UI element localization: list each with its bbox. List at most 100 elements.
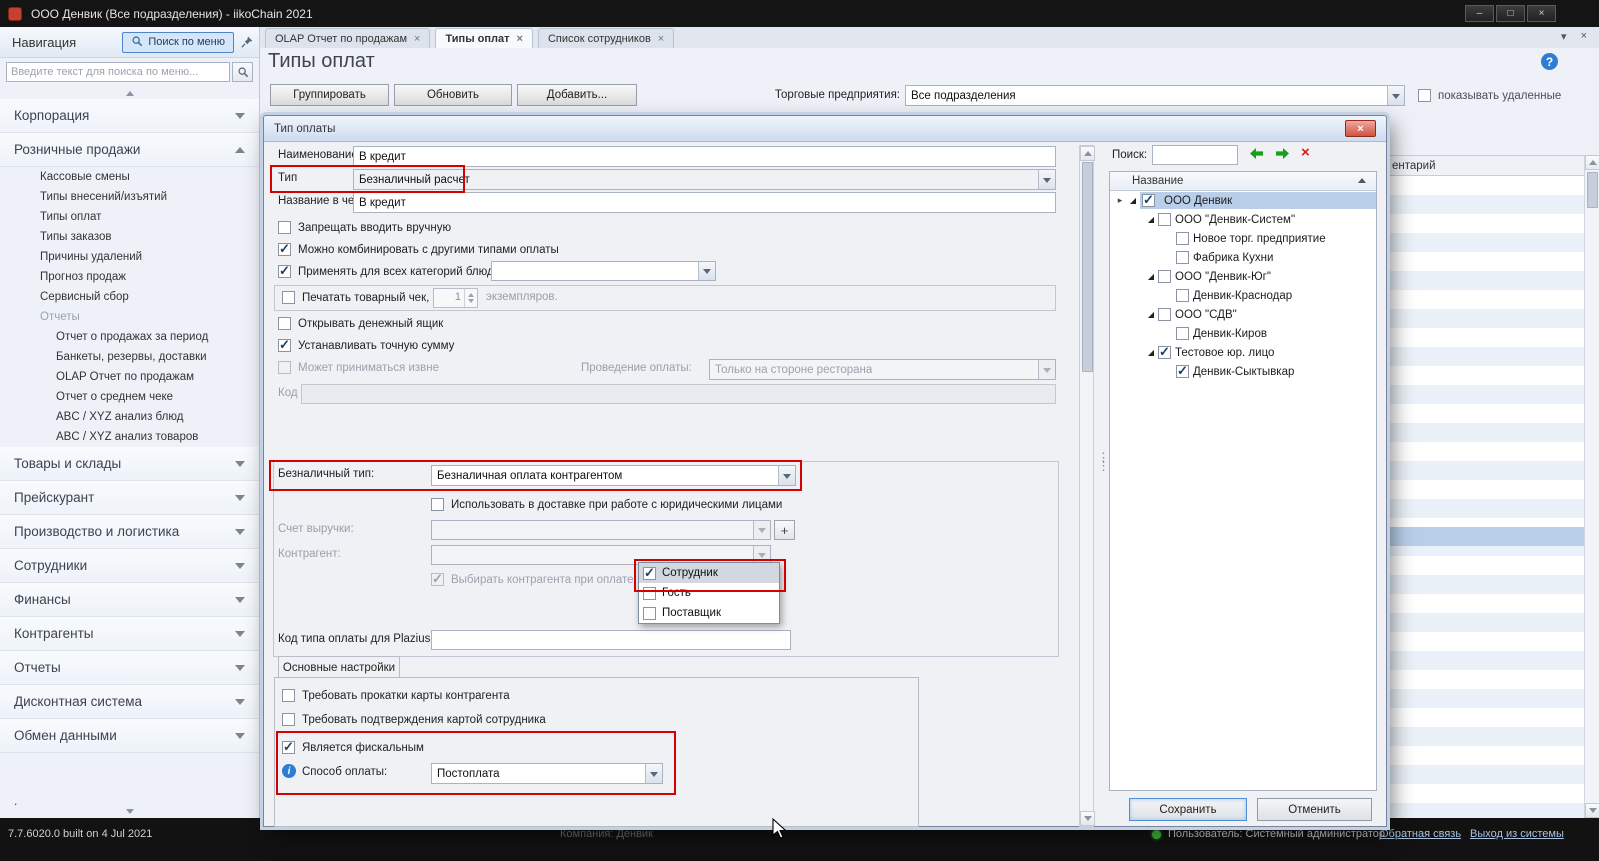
menu-search-button[interactable]: Поиск по меню	[122, 32, 234, 53]
logout-link[interactable]: Выход из системы	[1470, 828, 1564, 840]
pin-icon[interactable]	[241, 36, 253, 48]
categories-select[interactable]	[491, 261, 716, 281]
sotrudnik-checkbox[interactable]	[643, 567, 656, 580]
tree-row-denvik-sistem[interactable]: ◢ООО "Денвик-Систем"	[1110, 210, 1376, 229]
sidebar-section-sotrudniki[interactable]: Сотрудники	[0, 549, 259, 583]
tab-list-icon[interactable]: ▾	[1561, 30, 1567, 43]
tree-row-testovoe[interactable]: ◢Тестовое юр. лицо	[1110, 343, 1376, 362]
tree-row-denvik-krasnodar[interactable]: Денвик-Краснодар	[1110, 286, 1376, 305]
sidebar-section-tovary-sklady[interactable]: Товары и склады	[0, 447, 259, 481]
table-scrollbar[interactable]	[1584, 155, 1599, 818]
tree-checkbox[interactable]	[1176, 289, 1189, 302]
scroll-up-icon[interactable]	[1080, 146, 1095, 161]
sidebar-bottom-item[interactable]: .	[0, 794, 259, 818]
tree-checkbox[interactable]	[1142, 194, 1155, 207]
sidebar-item-abc-blyud[interactable]: ABC / XYZ анализ блюд	[0, 407, 259, 427]
tree-row-sdv[interactable]: ◢ООО "СДВ"	[1110, 305, 1376, 324]
sidebar-item-kassovye-smeny[interactable]: Кассовые смены	[0, 167, 259, 187]
close-button[interactable]: ×	[1527, 5, 1556, 22]
open-drawer-checkbox[interactable]	[278, 317, 291, 330]
scrollbar-thumb[interactable]	[1082, 162, 1093, 372]
fiscal-row[interactable]: Является фискальным	[282, 740, 424, 755]
scrollbar-thumb[interactable]	[1587, 172, 1598, 208]
postavschik-checkbox[interactable]	[643, 607, 656, 620]
scroll-down-icon[interactable]	[1080, 811, 1095, 826]
tree-checkbox[interactable]	[1176, 365, 1189, 378]
sidebar-item-otchet-prodazhi-period[interactable]: Отчет о продажах за период	[0, 327, 259, 347]
all-categories-row[interactable]: Применять для всех категорий блюд	[278, 264, 494, 279]
close-tab-icon[interactable]: ×	[1581, 30, 1587, 43]
help-icon[interactable]: ?	[1541, 53, 1558, 70]
tree-checkbox[interactable]	[1158, 346, 1171, 359]
sidebar-item-tipy-oplat[interactable]: Типы оплат	[0, 207, 259, 227]
type-select[interactable]: Безналичный расчет	[353, 169, 1056, 190]
tree-column-header[interactable]: Название	[1110, 172, 1376, 191]
sidebar-section-korporaciya[interactable]: Корпорация	[0, 99, 259, 133]
collapse-icon[interactable]: ◢	[1144, 348, 1158, 357]
expand-icon[interactable]: ▸	[1114, 195, 1126, 206]
close-icon[interactable]: ×	[517, 33, 523, 45]
tab-tipy-oplat[interactable]: Типы оплат×	[435, 28, 532, 48]
scroll-up-icon[interactable]	[0, 87, 259, 99]
tree-row-fabrika-kuhni[interactable]: Фабрика Кухни	[1110, 248, 1376, 267]
sidebar-item-servisnyy-sbor[interactable]: Сервисный сбор	[0, 287, 259, 307]
add-button[interactable]: Добавить...	[517, 84, 637, 106]
require-swipe-row[interactable]: Требовать прокатки карты контрагента	[282, 688, 510, 703]
require-swipe-checkbox[interactable]	[282, 689, 295, 702]
show-deleted-row[interactable]: показывать удаленные	[1418, 88, 1561, 103]
show-deleted-checkbox[interactable]	[1418, 89, 1431, 102]
delivery-checkbox[interactable]	[431, 498, 444, 511]
tree-row-denvik-syktyvkar[interactable]: Денвик-Сыктывкар	[1110, 362, 1376, 381]
popup-item-postavschik[interactable]: Поставщик	[639, 603, 779, 623]
collapse-icon[interactable]: ◢	[1144, 310, 1158, 319]
tree-checkbox[interactable]	[1158, 308, 1171, 321]
refresh-button[interactable]: Обновить	[394, 84, 512, 106]
copies-stepper[interactable]: 1	[433, 288, 478, 308]
tree-checkbox[interactable]	[1176, 251, 1189, 264]
delivery-row[interactable]: Использовать в доставке при работе с юри…	[431, 497, 782, 512]
tab-olap-otchet[interactable]: OLAP Отчет по продажам×	[265, 28, 430, 48]
popup-item-sotrudnik[interactable]: Сотрудник	[639, 563, 779, 583]
sidebar-item-sredniy-chek[interactable]: Отчет о среднем чеке	[0, 387, 259, 407]
search-prev-icon[interactable]	[1248, 147, 1265, 165]
sidebar-section-proizvodstvo[interactable]: Производство и логистика	[0, 515, 259, 549]
sidebar-item-prognoz-prodazh[interactable]: Прогноз продаж	[0, 267, 259, 287]
cancel-button[interactable]: Отменить	[1257, 798, 1372, 821]
popup-item-gost[interactable]: Гость	[639, 583, 779, 603]
dropdown-arrow-icon[interactable]	[1038, 170, 1055, 189]
print-name-input[interactable]: В кредит	[353, 192, 1056, 213]
collapse-icon[interactable]: ◢	[1144, 215, 1158, 224]
no-manual-row[interactable]: Запрещать вводить вручную	[278, 220, 451, 235]
close-icon[interactable]: ×	[414, 33, 420, 45]
tree-checkbox[interactable]	[1176, 327, 1189, 340]
sidebar-item-tipy-vneseniy[interactable]: Типы внесений/изъятий	[0, 187, 259, 207]
tree-checkbox[interactable]	[1158, 270, 1171, 283]
tree-row-denvik-kirov[interactable]: Денвик-Киров	[1110, 324, 1376, 343]
sidebar-section-obmen-dannymi[interactable]: Обмен данными	[0, 719, 259, 753]
tree-search-input[interactable]	[1152, 145, 1238, 165]
sidebar-section-otchety[interactable]: Отчеты	[0, 651, 259, 685]
method-select[interactable]: Постоплата	[431, 763, 663, 784]
tree-row-novoe-torg[interactable]: Новое торг. предприятие	[1110, 229, 1376, 248]
enterprises-select[interactable]: Все подразделения	[905, 85, 1405, 106]
collapse-icon[interactable]: ◢	[1126, 196, 1140, 205]
clear-search-icon[interactable]: ×	[1301, 144, 1310, 161]
all-categories-checkbox[interactable]	[278, 265, 291, 278]
plazius-input[interactable]	[431, 630, 791, 650]
dropdown-arrow-icon[interactable]	[645, 764, 662, 783]
sidebar-section-kontragenty[interactable]: Контрагенты	[0, 617, 259, 651]
sidebar-item-prichiny-udaleniy[interactable]: Причины удалений	[0, 247, 259, 267]
dropdown-arrow-icon[interactable]	[698, 262, 715, 280]
close-icon[interactable]: ×	[658, 33, 664, 45]
dialog-close-button[interactable]: ×	[1345, 120, 1376, 137]
table-column-header[interactable]: ентарий	[1385, 155, 1584, 176]
combine-row[interactable]: Можно комбинировать с другими типами опл…	[278, 242, 559, 257]
sidebar-section-diskontnaya[interactable]: Дисконтная система	[0, 685, 259, 719]
name-input[interactable]: В кредит	[353, 146, 1056, 167]
dialog-scrollbar[interactable]	[1079, 145, 1094, 827]
print-receipt-row[interactable]: Печатать товарный чек,	[282, 290, 429, 305]
spinner-down-icon[interactable]	[468, 299, 474, 303]
no-manual-checkbox[interactable]	[278, 221, 291, 234]
scroll-down-icon[interactable]	[1585, 803, 1599, 818]
feedback-link[interactable]: Обратная связь	[1380, 828, 1461, 840]
